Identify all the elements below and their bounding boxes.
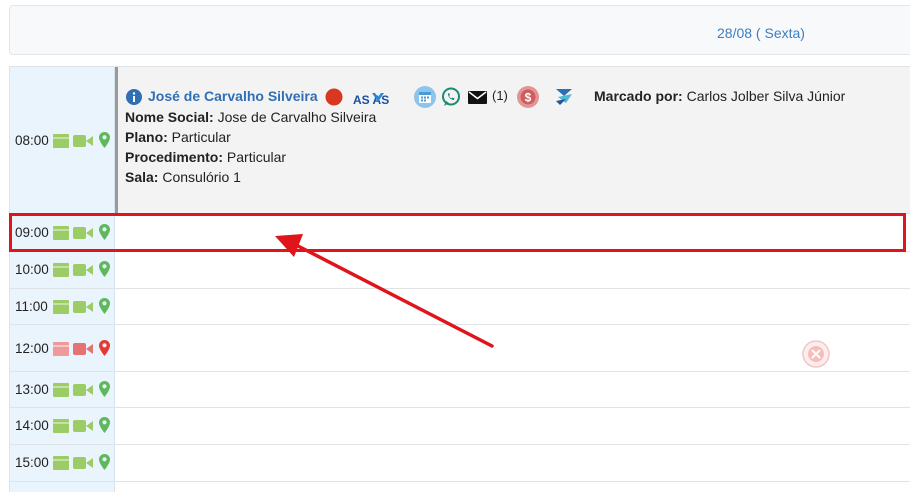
- close-icon[interactable]: [802, 340, 830, 368]
- annotation-arrow: [275, 234, 494, 348]
